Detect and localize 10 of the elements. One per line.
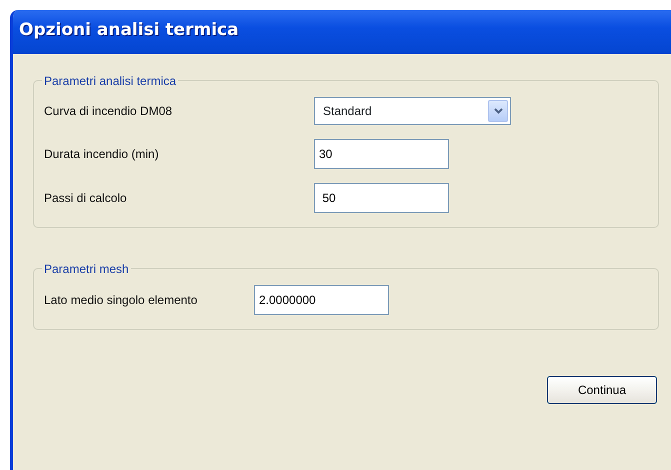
input-field[interactable]: 30 — [314, 139, 449, 169]
input-field[interactable]: 50 — [314, 183, 449, 213]
field-label: Durata incendio (min) — [44, 146, 160, 163]
continue-button[interactable]: Continua — [547, 376, 657, 404]
window-title: Opzioni analisi termica — [13, 10, 671, 54]
field-label: Passi di calcolo — [44, 190, 128, 207]
dropdown-field[interactable]: Standard — [314, 97, 511, 125]
field-label: Lato medio singolo elemento — [44, 292, 198, 309]
field-label: Curva di incendio DM08 — [44, 103, 174, 120]
input-field[interactable]: 2.0000000 — [254, 285, 389, 315]
